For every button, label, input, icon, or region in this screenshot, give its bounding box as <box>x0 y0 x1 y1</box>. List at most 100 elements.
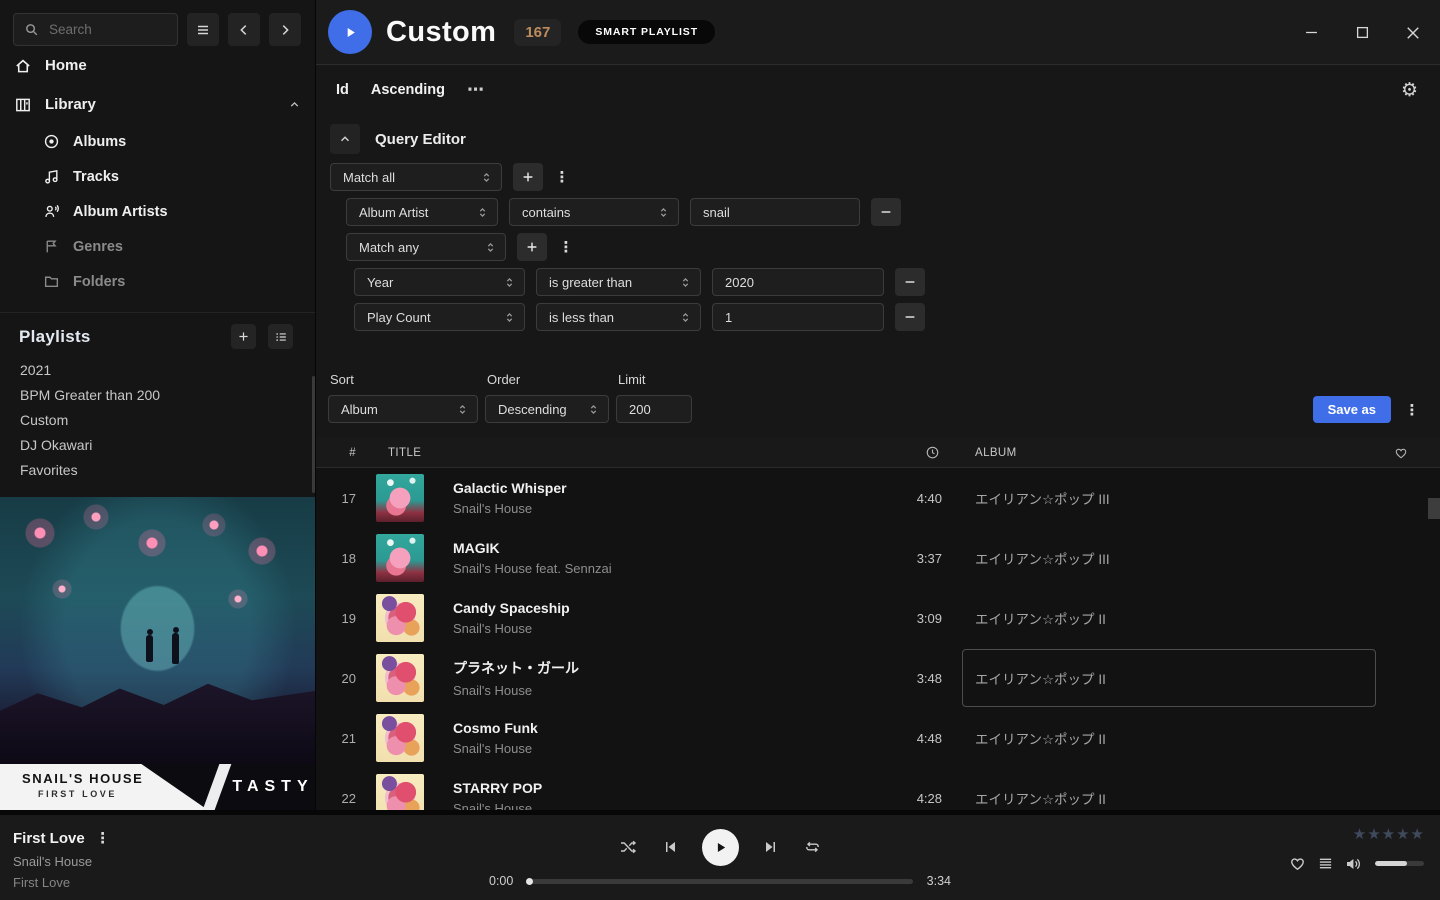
add-playlist-button[interactable] <box>231 324 256 349</box>
sort-direction-button[interactable]: Ascending <box>371 82 445 98</box>
order-select[interactable]: Descending <box>485 395 609 423</box>
track-number: 19 <box>316 611 360 626</box>
playlist-item[interactable]: Custom <box>0 407 315 432</box>
sidebar-item-tracks[interactable]: Tracks <box>0 159 315 194</box>
subrule-operator-select[interactable]: is greater than <box>536 268 701 296</box>
sidebar-item-album-artists[interactable]: Album Artists <box>0 194 315 229</box>
maximize-button[interactable] <box>1349 20 1375 46</box>
close-button[interactable] <box>1400 20 1426 46</box>
menu-button[interactable] <box>187 13 219 46</box>
rule-field-select[interactable]: Album Artist <box>346 198 498 226</box>
remove-rule-button[interactable] <box>871 198 901 226</box>
sidebar-item-genres[interactable]: Genres <box>0 229 315 264</box>
table-row[interactable]: 17 Galactic Whisper Snail's House 4:40 エ… <box>316 468 1440 528</box>
star-icon[interactable]: ★ <box>1353 827 1366 842</box>
group-options-button[interactable]: ⋮ <box>554 168 570 186</box>
remove-subrule-button[interactable] <box>895 303 925 331</box>
search-field[interactable] <box>47 21 157 38</box>
playlist-list-button[interactable] <box>268 324 293 349</box>
seek-knob[interactable] <box>526 878 533 885</box>
clock-icon[interactable] <box>925 445 942 460</box>
sidebar-item-library[interactable]: Library <box>0 85 315 124</box>
match-type-select[interactable]: Match all <box>330 163 502 191</box>
rule-value-input[interactable] <box>690 198 860 226</box>
subgroup-options-button[interactable]: ⋮ <box>558 238 574 256</box>
playlist-item[interactable]: 2021 <box>0 357 315 382</box>
subgroup-match-type-select[interactable]: Match any <box>346 233 506 261</box>
play-button[interactable] <box>702 829 739 866</box>
table-row[interactable]: 19 Candy Spaceship Snail's House 3:09 エイ… <box>316 588 1440 648</box>
now-playing-artist: Snail's House <box>13 854 111 869</box>
sidebar-item-folders[interactable]: Folders <box>0 264 315 299</box>
shuffle-button[interactable] <box>619 839 638 855</box>
track-album-cell[interactable]: エイリアン☆ポップ II <box>942 708 1376 768</box>
back-button[interactable] <box>228 13 260 46</box>
star-icon[interactable]: ★ <box>1396 827 1409 842</box>
track-album-cell[interactable]: エイリアン☆ポップ II <box>942 648 1376 708</box>
previous-button[interactable] <box>662 839 678 855</box>
sidebar-scrollbar-thumb[interactable] <box>312 376 315 493</box>
column-album[interactable]: ALBUM <box>942 447 1376 459</box>
sort-field-button[interactable]: Id <box>336 82 349 98</box>
more-options-button[interactable]: ⋯ <box>467 80 485 100</box>
track-album-cell[interactable]: エイリアン☆ポップ III <box>942 528 1376 588</box>
favorite-button[interactable] <box>1289 855 1306 872</box>
cover-album-text: FIRST LOVE <box>38 789 208 799</box>
now-playing-cover-art[interactable]: SNAIL'S HOUSE FIRST LOVE TASTY <box>0 497 315 810</box>
volume-icon[interactable] <box>1345 856 1363 872</box>
subrule-operator-select[interactable]: is less than <box>536 303 701 331</box>
save-options-button[interactable]: ⋮ <box>1404 401 1420 419</box>
column-number[interactable]: # <box>316 447 360 459</box>
album-art-thumbnail <box>376 534 424 582</box>
cover-art-rocks <box>0 646 315 764</box>
subrule-field-select[interactable]: Year <box>354 268 525 296</box>
remove-subrule-button[interactable] <box>895 268 925 296</box>
add-rule-button[interactable] <box>513 163 543 191</box>
column-title[interactable]: TITLE <box>388 447 870 459</box>
play-playlist-button[interactable] <box>328 10 372 54</box>
heart-icon[interactable] <box>1376 446 1440 460</box>
track-artist: Snail's House <box>453 501 870 516</box>
sidebar-item-home[interactable]: Home <box>0 46 315 85</box>
rating-stars[interactable]: ★★★★★ <box>1289 827 1424 842</box>
seek-bar[interactable] <box>527 879 912 884</box>
table-row[interactable]: 20 プラネット・ガール Snail's House 3:48 エイリアン☆ポッ… <box>316 648 1440 708</box>
add-subrule-button[interactable] <box>517 233 547 261</box>
repeat-button[interactable] <box>803 839 822 855</box>
forward-button[interactable] <box>269 13 301 46</box>
subrule-value-input[interactable] <box>712 303 884 331</box>
next-button[interactable] <box>763 839 779 855</box>
sort-select[interactable]: Album <box>328 395 478 423</box>
star-icon[interactable]: ★ <box>1411 827 1424 842</box>
subrule-value-input[interactable] <box>712 268 884 296</box>
home-icon <box>14 57 32 75</box>
limit-input[interactable] <box>616 395 692 423</box>
list-scrollbar-thumb[interactable] <box>1428 498 1440 519</box>
track-number: 17 <box>316 491 360 506</box>
now-playing-options-button[interactable]: ⋮ <box>95 829 111 847</box>
star-icon[interactable]: ★ <box>1382 827 1395 842</box>
table-row[interactable]: 22 STARRY POP Snail's House 4:28 エイリアン☆ポ… <box>316 768 1440 810</box>
star-icon[interactable]: ★ <box>1367 827 1380 842</box>
track-album-cell[interactable]: エイリアン☆ポップ III <box>942 468 1376 528</box>
track-number: 22 <box>316 791 360 806</box>
track-album-cell[interactable]: エイリアン☆ポップ II <box>942 768 1376 810</box>
gear-icon[interactable]: ⚙ <box>1401 81 1418 100</box>
table-row[interactable]: 21 Cosmo Funk Snail's House 4:48 エイリアン☆ポ… <box>316 708 1440 768</box>
chevron-up-icon[interactable] <box>288 98 301 111</box>
queue-icon[interactable] <box>1318 856 1333 871</box>
subrule-field-select[interactable]: Play Count <box>354 303 525 331</box>
minimize-button[interactable] <box>1298 20 1324 46</box>
order-label: Order <box>487 372 609 387</box>
playlist-item[interactable]: BPM Greater than 200 <box>0 382 315 407</box>
track-album-cell[interactable]: エイリアン☆ポップ II <box>942 588 1376 648</box>
table-row[interactable]: 18 MAGIK Snail's House feat. Sennzai 3:3… <box>316 528 1440 588</box>
playlist-item[interactable]: DJ Okawari <box>0 432 315 457</box>
collapse-query-editor-button[interactable] <box>330 124 360 154</box>
sidebar-item-albums[interactable]: Albums <box>0 124 315 159</box>
save-as-button[interactable]: Save as <box>1313 396 1391 423</box>
playlist-item[interactable]: Favorites <box>0 457 315 482</box>
volume-slider[interactable] <box>1375 861 1424 866</box>
rule-operator-select[interactable]: contains <box>509 198 679 226</box>
search-input[interactable] <box>13 13 178 46</box>
